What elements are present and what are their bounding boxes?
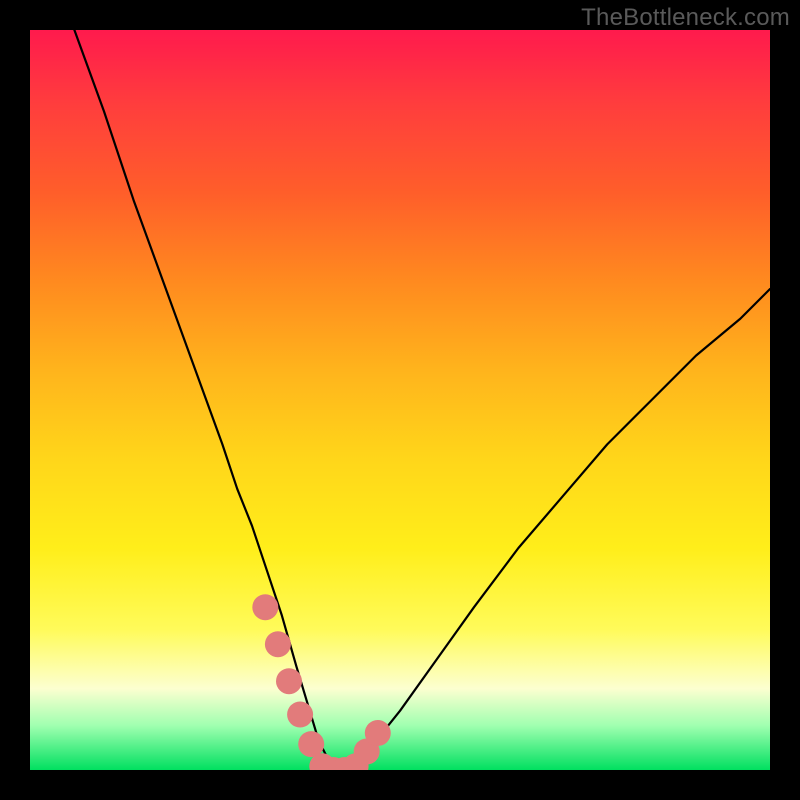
plot-svg [30,30,770,770]
highlight-point [265,631,291,657]
highlight-point [276,668,302,694]
plot-area [30,30,770,770]
highlight-point [287,702,313,728]
bottleneck-curve [74,30,770,770]
highlight-point [298,731,324,757]
watermark-text: TheBottleneck.com [581,4,790,32]
highlight-point [252,594,278,620]
curve-layer [74,30,770,770]
highlight-point [365,720,391,746]
chart-frame: TheBottleneck.com [0,0,800,800]
highlight-markers [252,594,390,770]
